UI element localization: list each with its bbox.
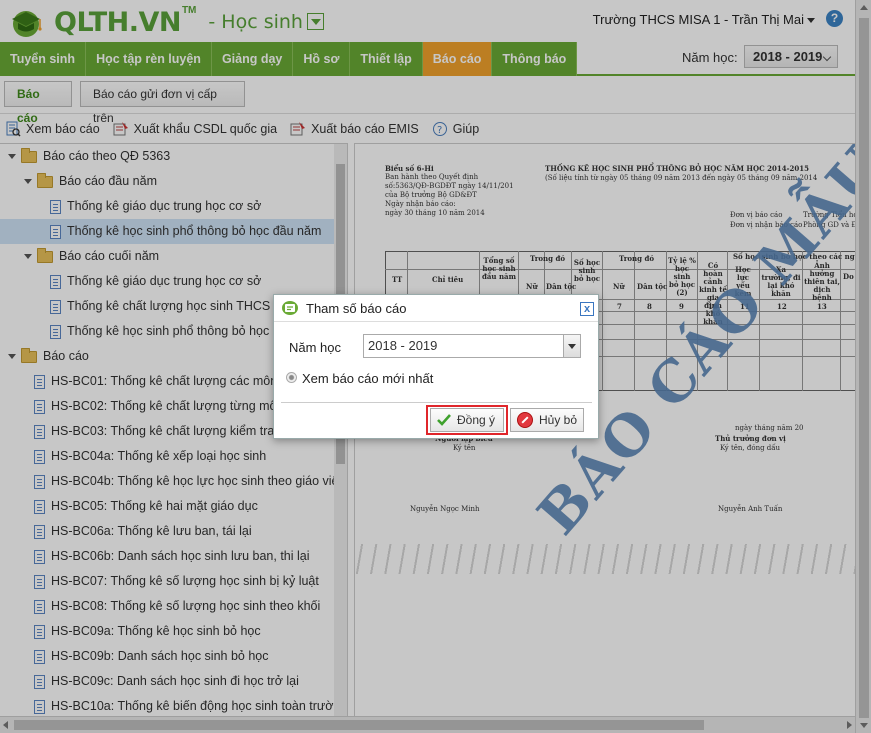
- ok-button[interactable]: Đồng ý: [430, 408, 504, 432]
- check-icon: [437, 414, 451, 426]
- latest-report-radio[interactable]: [286, 372, 297, 383]
- chevron-down-icon[interactable]: [563, 335, 580, 357]
- latest-report-label[interactable]: Xem báo cáo mới nhất: [302, 371, 433, 386]
- dialog-year-select[interactable]: 2018 - 2019: [363, 334, 581, 358]
- report-params-dialog: Tham số báo cáo x Năm học 2018 - 2019 Xe…: [273, 294, 599, 439]
- cancel-icon: [517, 412, 533, 428]
- dialog-year-value: 2018 - 2019: [368, 338, 438, 353]
- dialog-year-label: Năm học: [289, 340, 342, 355]
- dialog-titlebar[interactable]: Tham số báo cáo x: [274, 295, 598, 322]
- cancel-button[interactable]: Hủy bỏ: [510, 408, 584, 432]
- dialog-title: Tham số báo cáo: [306, 301, 407, 316]
- close-icon[interactable]: x: [580, 302, 594, 316]
- ok-button-label: Đồng ý: [457, 413, 496, 427]
- report-settings-icon: [282, 301, 298, 315]
- dialog-divider: [281, 402, 592, 403]
- cancel-button-label: Hủy bỏ: [539, 413, 578, 427]
